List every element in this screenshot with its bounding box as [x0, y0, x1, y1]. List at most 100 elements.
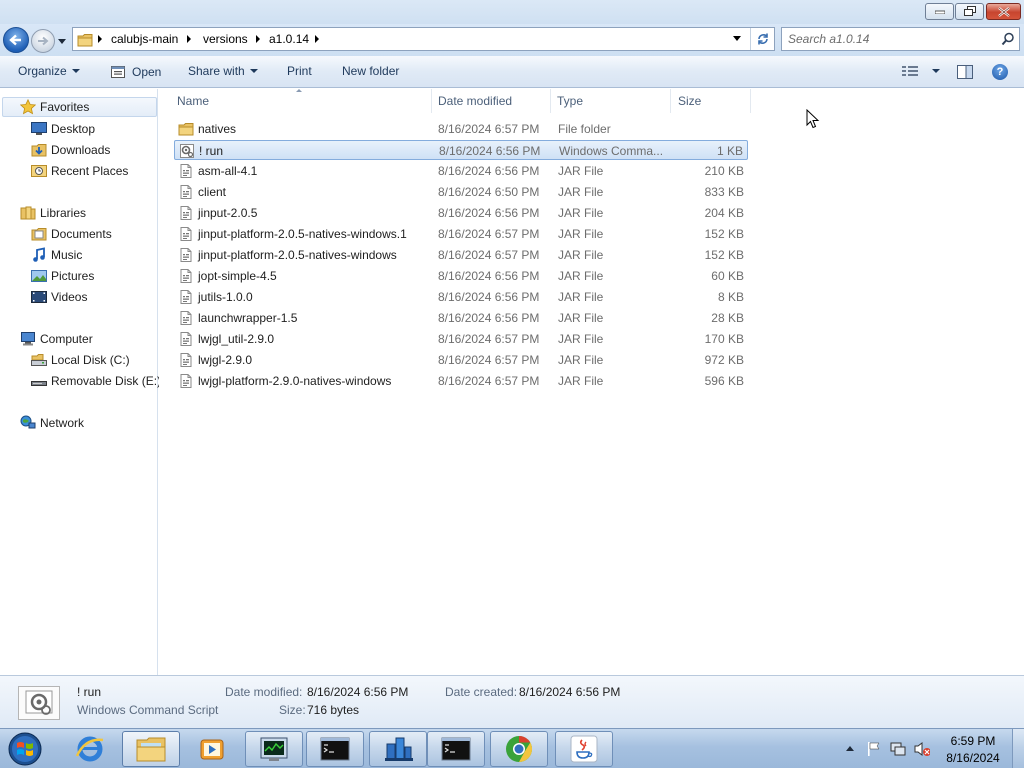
taskbar-chrome[interactable] — [490, 731, 548, 767]
column-header-size[interactable]: Size — [671, 89, 751, 113]
file-row[interactable]: asm-all-4.1 8/16/2024 6:56 PM JAR File 210 … — [174, 161, 748, 181]
column-header-date-modified[interactable]: Date modified — [432, 89, 551, 113]
taskbar: 6:59 PM 8/16/2024 — [0, 728, 1024, 768]
java-icon — [570, 735, 598, 763]
print-button[interactable]: Print — [287, 64, 312, 78]
nav-downloads[interactable]: Downloads — [31, 140, 110, 160]
nav-music[interactable]: Music — [31, 245, 82, 265]
help-button[interactable]: ? — [992, 64, 1008, 80]
taskbar-media-player[interactable] — [183, 731, 241, 767]
search-input[interactable] — [788, 31, 993, 47]
new-folder-button[interactable]: New folder — [342, 64, 399, 78]
file-row[interactable]: jinput-platform-2.0.5-natives-windows 8/1… — [174, 245, 748, 265]
start-button[interactable] — [2, 730, 48, 768]
internet-explorer-icon — [75, 736, 104, 762]
file-size: 210 KB — [704, 164, 744, 178]
address-history-dropdown[interactable] — [733, 36, 741, 41]
change-view-button[interactable] — [902, 65, 940, 77]
search-box[interactable] — [781, 27, 1020, 51]
new-folder-label: New folder — [342, 64, 400, 78]
file-size: 152 KB — [704, 227, 744, 241]
close-button[interactable] — [986, 3, 1021, 20]
volume-muted-icon[interactable] — [914, 741, 930, 757]
file-row[interactable]: natives 8/16/2024 6:57 PM File folder — [174, 119, 748, 139]
nav-computer[interactable]: Computer — [20, 329, 93, 349]
details-date-created-label: Date created: — [445, 685, 518, 699]
file-list: Name Date modified Type Size natives 8/16… — [159, 89, 1024, 675]
network-status-icon[interactable] — [890, 741, 906, 757]
restore-button[interactable] — [955, 3, 984, 20]
nav-local-disk[interactable]: Local Disk (C:) — [31, 350, 130, 370]
share-with-button[interactable]: Share with — [188, 64, 258, 78]
nav-videos[interactable]: Videos — [31, 287, 87, 307]
breadcrumb-item[interactable]: calubjs-main — [111, 32, 178, 46]
chevron-down-icon[interactable] — [932, 69, 940, 73]
breadcrumb-arrow-icon[interactable] — [98, 35, 102, 43]
file-row[interactable]: client 8/16/2024 6:50 PM JAR File 833 KB — [174, 182, 748, 202]
file-row[interactable]: jopt-simple-4.5 8/16/2024 6:56 PM JAR File… — [174, 266, 748, 286]
address-bar[interactable]: calubjs-main versions a1.0.14 — [72, 27, 775, 51]
forward-button[interactable] — [31, 29, 55, 53]
sort-ascending-icon — [296, 89, 302, 92]
organize-button[interactable]: Organize — [18, 64, 80, 78]
recent-pages-dropdown[interactable] — [57, 36, 67, 46]
jar-file-icon — [178, 184, 194, 200]
refresh-button[interactable] — [750, 28, 774, 50]
breadcrumb-item[interactable]: a1.0.14 — [269, 32, 309, 46]
taskbar-network-tool[interactable] — [369, 731, 427, 767]
nav-removable-disk[interactable]: Removable Disk (E:) — [31, 371, 161, 391]
nav-favorites[interactable]: Favorites — [2, 97, 157, 117]
breadcrumb-arrow-icon[interactable] — [256, 35, 260, 43]
column-header-name[interactable]: Name — [170, 89, 432, 113]
file-row[interactable]: launchwrapper-1.5 8/16/2024 6:56 PM JAR Fi… — [174, 308, 748, 328]
file-date-modified: 8/16/2024 6:56 PM — [439, 144, 541, 158]
file-row[interactable]: lwjgl_util-2.9.0 8/16/2024 6:57 PM JAR Fil… — [174, 329, 748, 349]
file-row[interactable]: lwjgl-platform-2.9.0-natives-windows 8/16… — [174, 371, 748, 391]
file-size: 60 KB — [711, 269, 744, 283]
open-button[interactable]: Open — [110, 64, 161, 80]
clock-date[interactable]: 8/16/2024 — [944, 751, 1002, 765]
preview-pane-icon[interactable] — [957, 65, 973, 79]
file-type: Windows Comma... — [559, 144, 664, 158]
nav-documents[interactable]: Documents — [31, 224, 112, 244]
nav-recent-places[interactable]: Recent Places — [31, 161, 128, 181]
taskbar-java[interactable] — [555, 731, 613, 767]
nav-libraries[interactable]: Libraries — [20, 203, 86, 223]
taskbar-task-manager[interactable] — [245, 731, 303, 767]
jar-file-icon — [178, 163, 194, 179]
breadcrumb-item[interactable]: versions — [203, 32, 248, 46]
nav-desktop[interactable]: Desktop — [31, 119, 95, 139]
file-size: 596 KB — [704, 374, 744, 388]
file-row[interactable]: jinput-platform-2.0.5-natives-windows.1 8… — [174, 224, 748, 244]
file-name: client — [198, 185, 227, 199]
nav-network[interactable]: Network — [20, 413, 84, 433]
chevron-down-icon — [249, 69, 258, 73]
taskbar-command-prompt[interactable] — [306, 731, 364, 767]
minimize-button[interactable] — [925, 3, 954, 20]
clock-time[interactable]: 6:59 PM — [948, 734, 998, 748]
file-date-modified: 8/16/2024 6:56 PM — [438, 269, 540, 283]
file-row[interactable]: jinput-2.0.5 8/16/2024 6:56 PM JAR File 204… — [174, 203, 748, 223]
breadcrumb-arrow-icon[interactable] — [315, 35, 319, 43]
nav-pictures[interactable]: Pictures — [31, 266, 94, 286]
file-row[interactable]: jutils-1.0.0 8/16/2024 6:56 PM JAR File 8 K… — [174, 287, 748, 307]
action-center-flag-icon[interactable] — [866, 741, 882, 757]
back-button[interactable] — [3, 27, 29, 53]
column-header-type[interactable]: Type — [551, 89, 671, 113]
taskbar-command-prompt-2[interactable] — [427, 731, 485, 767]
search-icon[interactable] — [1001, 32, 1015, 46]
file-row[interactable]: lwjgl-2.9.0 8/16/2024 6:57 PM JAR File 972 … — [174, 350, 748, 370]
media-player-icon — [200, 739, 224, 760]
show-desktop-button[interactable] — [1012, 729, 1024, 768]
file-row[interactable]: ! run 8/16/2024 6:56 PM Windows Comma... 1 … — [174, 140, 748, 160]
nav-computer-label: Computer — [40, 332, 93, 346]
details-view-icon — [902, 66, 918, 76]
command-prompt-icon — [441, 737, 471, 761]
taskbar-internet-explorer[interactable] — [61, 731, 119, 767]
show-hidden-icons-button[interactable] — [846, 746, 854, 751]
nav-favorites-label: Favorites — [40, 100, 90, 114]
taskbar-windows-explorer[interactable] — [122, 731, 180, 767]
breadcrumb-arrow-icon[interactable] — [187, 35, 191, 43]
recent-places-icon — [31, 163, 47, 179]
file-type: JAR File — [558, 185, 604, 199]
